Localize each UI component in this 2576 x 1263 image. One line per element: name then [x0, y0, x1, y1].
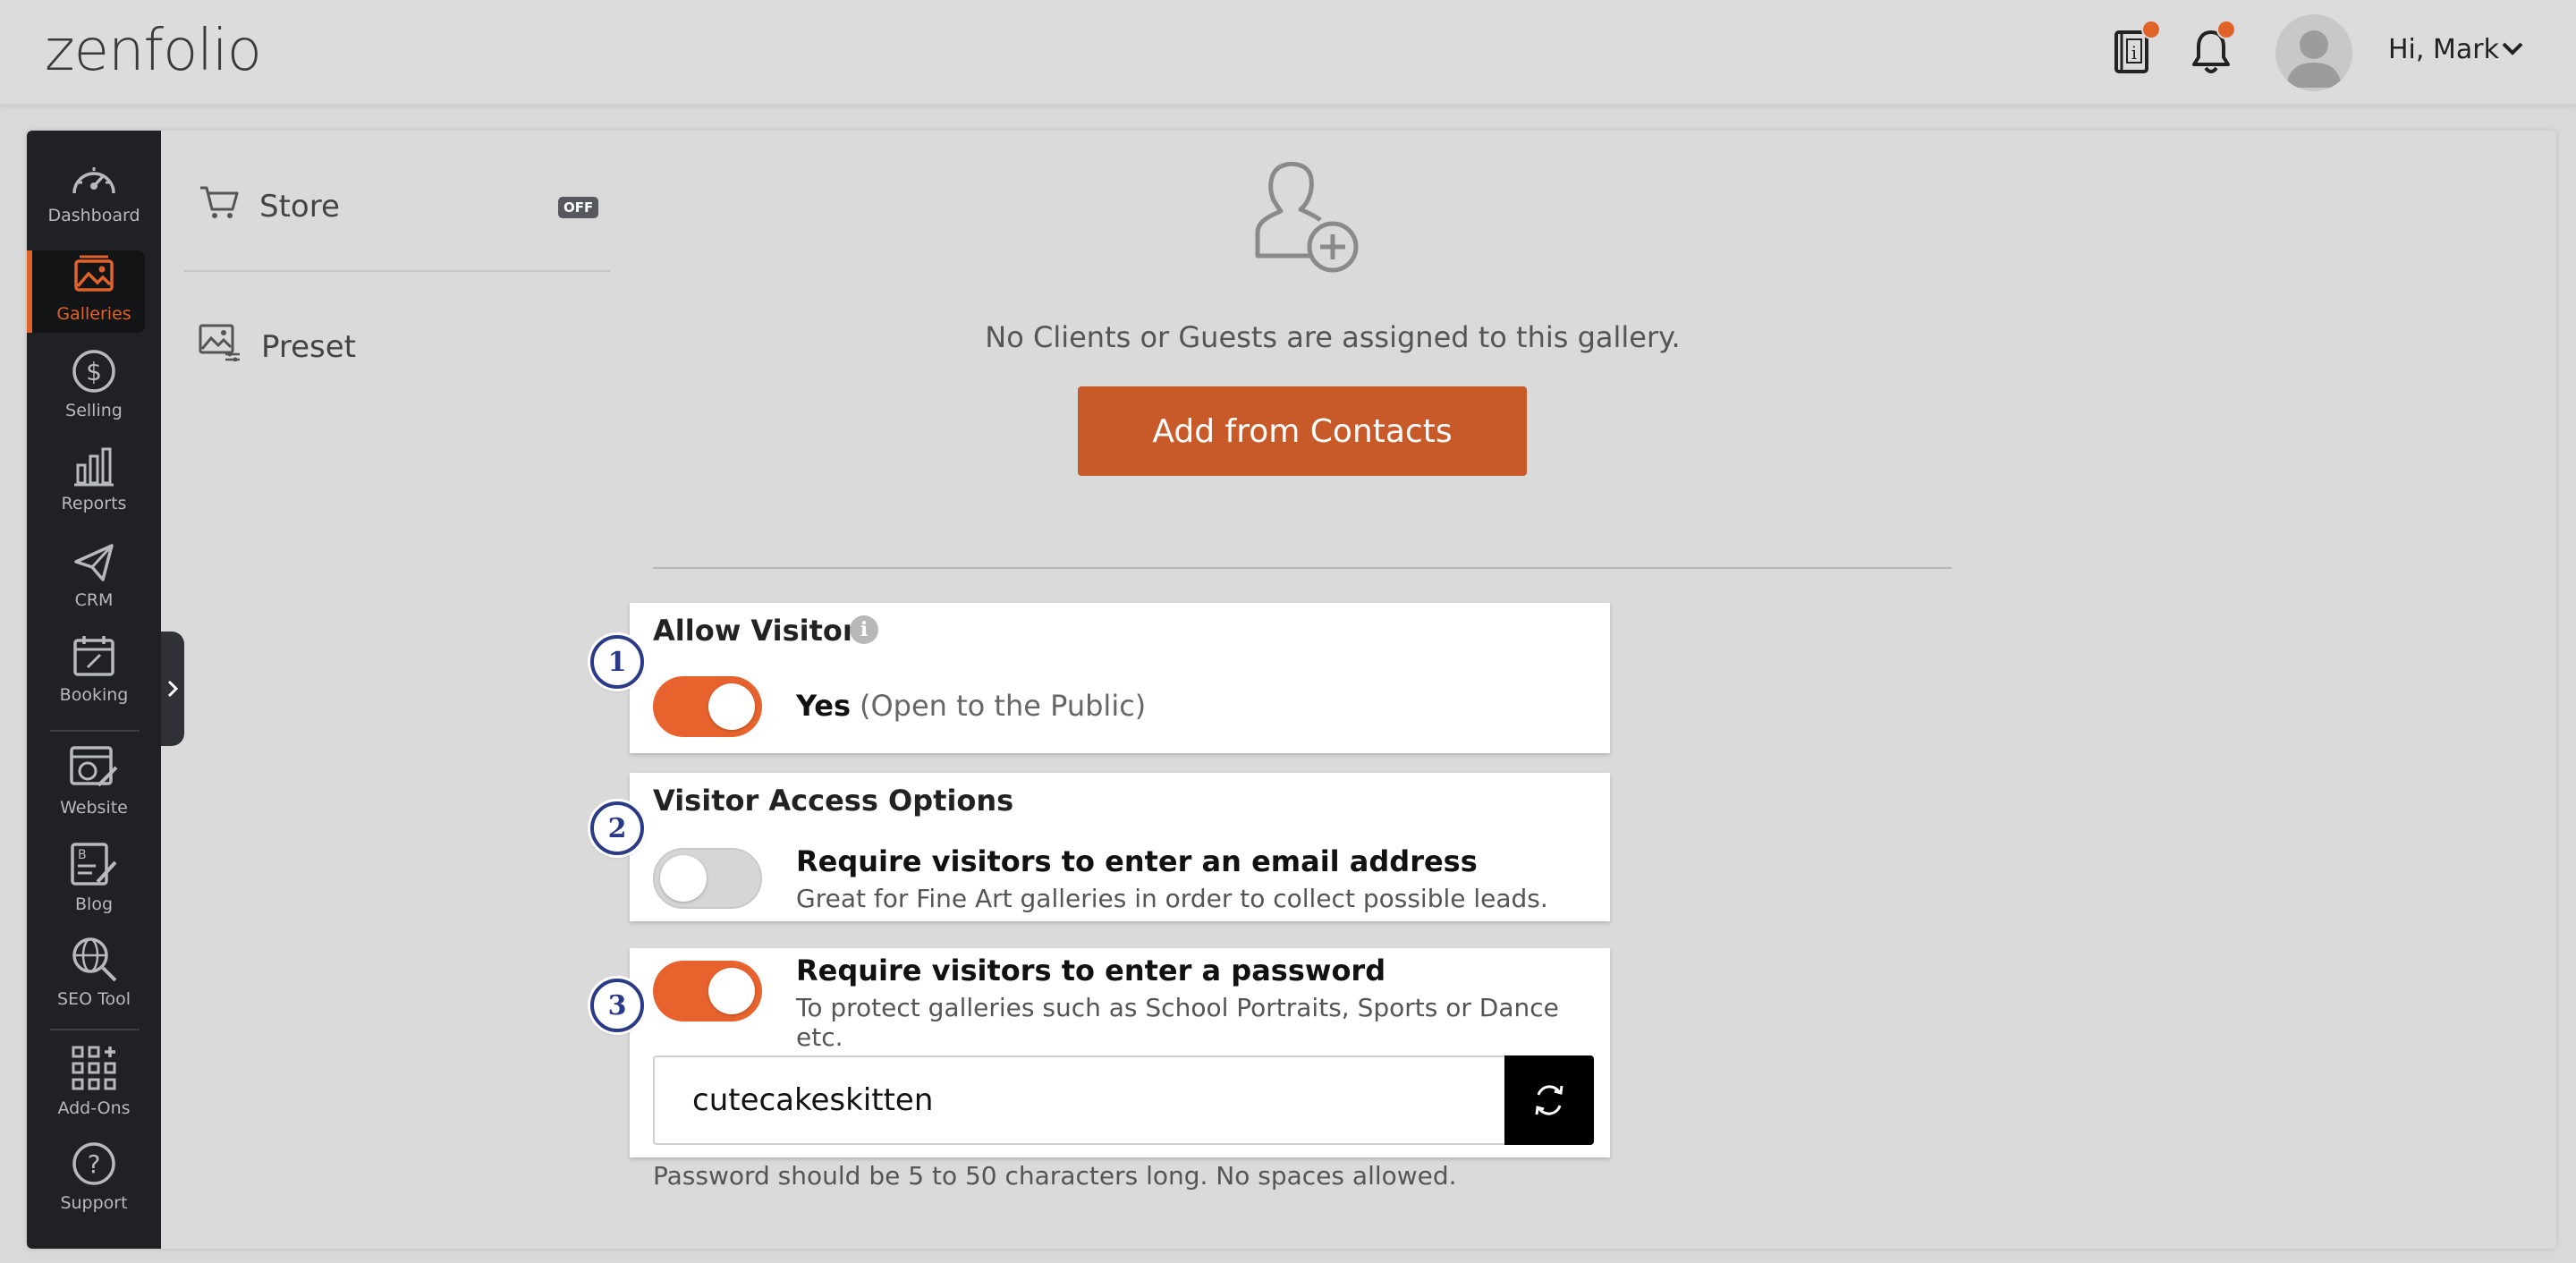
nav-separator — [50, 1029, 140, 1030]
svg-text:?: ? — [88, 1149, 101, 1179]
blog-edit-icon: B — [71, 843, 117, 886]
nav-item-website[interactable]: Website — [27, 744, 161, 818]
password-input[interactable] — [653, 1055, 1504, 1145]
visitor-access-title: Visitor Access Options — [653, 784, 1014, 818]
left-nav: Dashboard Galleries $ Selling Reports CR… — [27, 131, 161, 1249]
grid-plus-icon — [72, 1046, 116, 1090]
step-badge-2: 2 — [590, 801, 644, 855]
nav-label: Dashboard — [47, 206, 140, 225]
nav-label: SEO Tool — [57, 989, 131, 1009]
nav-item-crm[interactable]: CRM — [27, 542, 161, 610]
visitors-yes-label: Yes — [796, 689, 851, 723]
globe-search-icon — [72, 937, 117, 982]
preset-image-icon — [199, 324, 242, 369]
user-greeting[interactable]: Hi, Mark — [2388, 34, 2499, 65]
nav-label: Reports — [61, 494, 127, 513]
svg-text:B: B — [78, 848, 87, 862]
question-circle-icon: ? — [72, 1142, 115, 1185]
nav-label: CRM — [74, 590, 114, 610]
svg-text:i: i — [2131, 42, 2137, 64]
toggle-knob — [660, 855, 707, 902]
nav-item-blog[interactable]: B Blog — [27, 841, 161, 914]
toggle-knob — [708, 683, 755, 730]
submenu-item-store[interactable]: Store — [199, 184, 340, 228]
nav-item-reports[interactable]: Reports — [27, 445, 161, 513]
toggle-knob — [708, 968, 755, 1014]
submenu-item-preset[interactable]: Preset — [199, 324, 356, 369]
generate-password-button[interactable] — [1504, 1055, 1594, 1145]
password-hint: Password should be 5 to 50 characters lo… — [653, 1161, 1457, 1191]
require-password-subtitle: To protect galleries such as School Port… — [796, 993, 1559, 1052]
submenu-label: Store — [259, 188, 340, 225]
no-clients-message: No Clients or Guests are assigned to thi… — [985, 320, 1681, 354]
nav-label: Galleries — [56, 304, 131, 324]
nav-item-dashboard[interactable]: Dashboard — [27, 159, 161, 225]
add-person-icon — [1254, 161, 1365, 283]
nav-label: Add-Ons — [57, 1098, 131, 1118]
nav-item-seo-tool[interactable]: SEO Tool — [27, 934, 161, 1009]
collapse-sidebar-handle[interactable] — [161, 632, 184, 746]
notification-dot — [2216, 20, 2236, 39]
nav-item-selling[interactable]: $ Selling — [27, 349, 161, 420]
info-icon[interactable]: i — [850, 615, 878, 644]
nav-label: Website — [60, 798, 128, 818]
nav-label: Booking — [59, 685, 129, 705]
bar-chart-icon — [74, 447, 114, 487]
guide-book-icon[interactable]: i — [2113, 20, 2161, 77]
main-shell: Dashboard Galleries $ Selling Reports CR… — [27, 131, 2556, 1249]
paper-plane-icon — [74, 544, 114, 581]
submenu-label: Preset — [261, 328, 357, 365]
allow-visitors-panel: Allow Visitors i Yes (Open to the Public) — [630, 603, 1610, 753]
require-email-title: Require visitors to enter an email addre… — [796, 844, 1478, 878]
nav-item-booking[interactable]: Booking — [27, 633, 161, 705]
svg-text:$: $ — [86, 357, 102, 386]
calendar-icon — [73, 636, 114, 676]
zenfolio-logo[interactable]: zenfolio — [45, 18, 262, 84]
allow-visitors-toggle[interactable] — [653, 676, 762, 737]
notification-dot — [2141, 20, 2161, 39]
top-bar: zenfolio i Hi, Mark — [0, 0, 2576, 106]
require-email-subtitle: Great for Fine Art galleries in order to… — [796, 884, 1548, 913]
require-password-toggle[interactable] — [653, 961, 762, 1021]
store-off-badge: OFF — [558, 197, 599, 218]
refresh-icon — [1535, 1085, 1563, 1115]
require-password-title: Require visitors to enter a password — [796, 954, 1386, 988]
visitors-yes-note: (Open to the Public) — [859, 689, 1147, 723]
nav-label: Blog — [75, 894, 113, 914]
nav-label: Selling — [65, 401, 123, 420]
bell-icon[interactable] — [2190, 20, 2236, 75]
avatar[interactable] — [2275, 14, 2352, 91]
chevron-right-icon — [167, 680, 179, 698]
content-separator — [653, 567, 1952, 569]
cart-icon — [199, 184, 240, 228]
add-from-contacts-button[interactable]: Add from Contacts — [1078, 386, 1527, 476]
nav-item-galleries[interactable]: Galleries — [27, 254, 161, 324]
image-icon — [74, 255, 114, 292]
step-badge-1: 1 — [590, 635, 644, 689]
visitors-status: Yes (Open to the Public) — [796, 689, 1146, 723]
nav-separator — [50, 730, 140, 732]
step-badge-3: 3 — [590, 979, 644, 1032]
chevron-down-icon[interactable] — [2501, 41, 2524, 61]
nav-label: Support — [60, 1193, 128, 1213]
password-panel: Require visitors to enter a password To … — [630, 948, 1610, 1157]
nav-item-support[interactable]: ? Support — [27, 1141, 161, 1213]
require-email-toggle[interactable] — [653, 848, 762, 909]
nav-item-add-ons[interactable]: Add-Ons — [27, 1045, 161, 1118]
submenu-separator — [184, 270, 610, 272]
dollar-circle-icon: $ — [72, 350, 115, 393]
allow-visitors-title: Allow Visitors — [653, 614, 874, 648]
speedometer-icon — [72, 167, 115, 194]
website-edit-icon — [70, 746, 118, 787]
visitor-access-panel: Visitor Access Options Require visitors … — [630, 773, 1610, 921]
